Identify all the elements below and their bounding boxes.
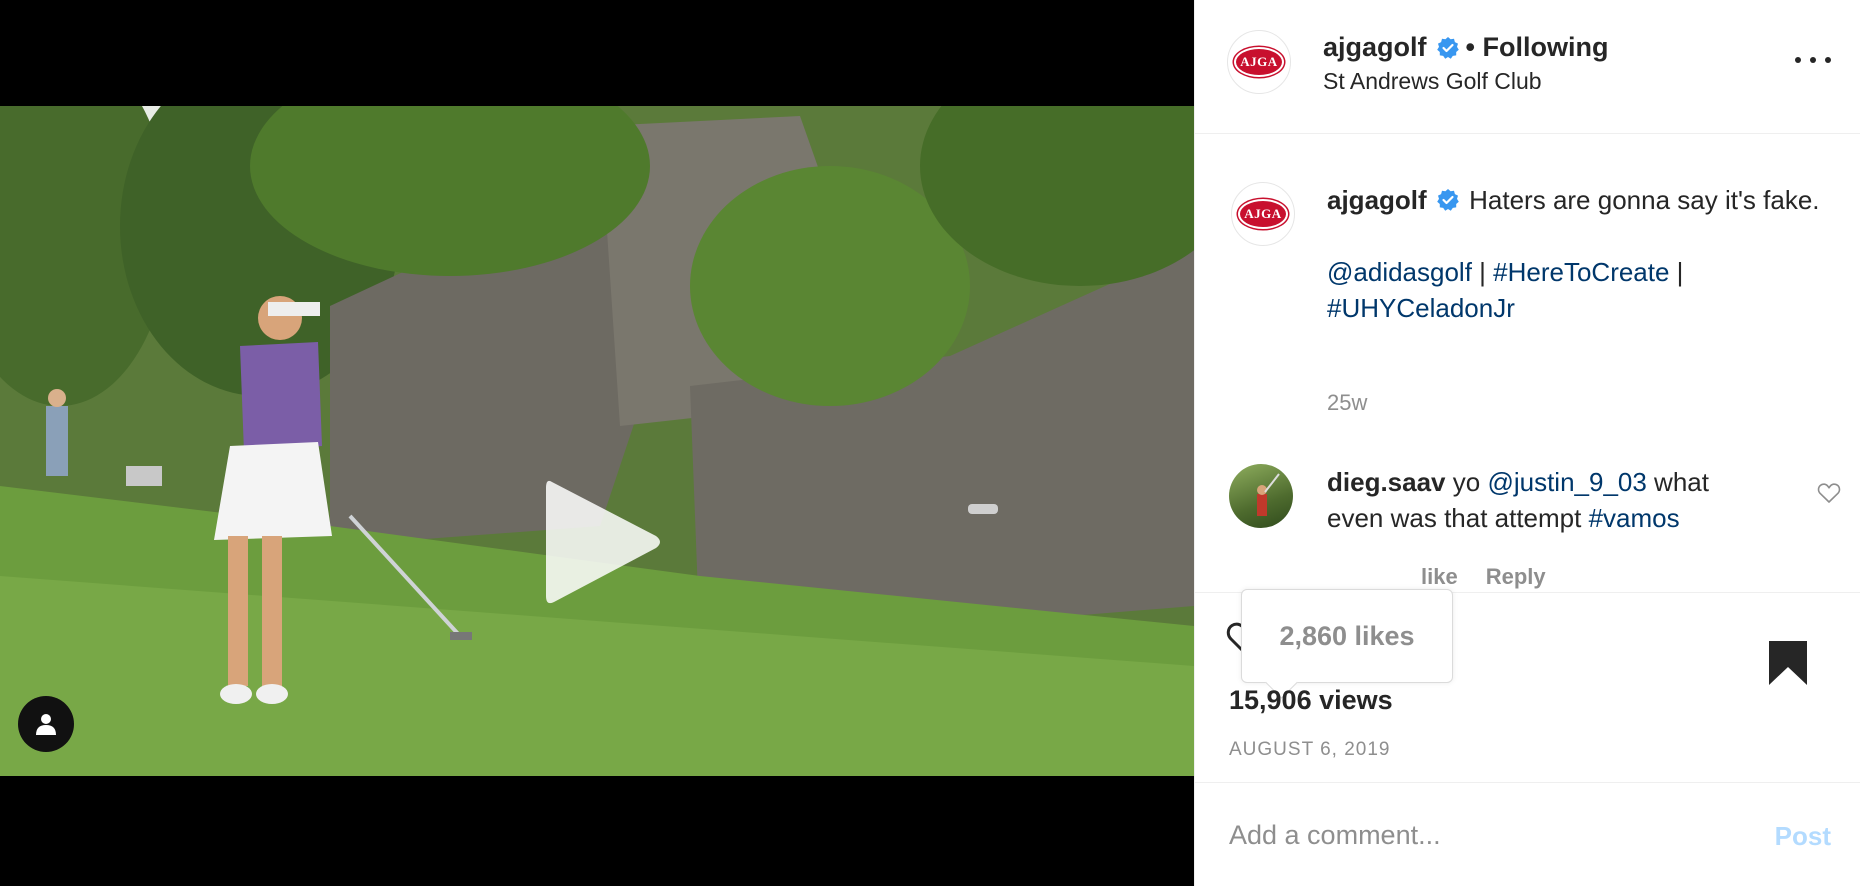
hashtag-link[interactable]: #HereToCreate xyxy=(1493,257,1669,287)
verified-badge-icon xyxy=(1437,189,1459,211)
bookmark-filled-icon[interactable] xyxy=(1767,639,1809,687)
caption-username[interactable]: ajgagolf xyxy=(1327,185,1427,215)
video-thumbnail xyxy=(0,106,1194,776)
mention-link[interactable]: @justin_9_03 xyxy=(1487,467,1646,497)
hashtag-link[interactable]: #vamos xyxy=(1589,503,1680,533)
caption-text: ajgagolf Haters are gonna say it's fake.… xyxy=(1327,182,1827,326)
separator: | xyxy=(1669,257,1684,287)
comment-like-button[interactable]: like xyxy=(1421,564,1458,590)
commenter-avatar[interactable] xyxy=(1229,464,1293,528)
likes-tooltip: 2,860 likes xyxy=(1241,589,1453,683)
header-username-row: ajgagolf • Following xyxy=(1323,32,1608,63)
ajga-logo: AJGA xyxy=(1238,199,1288,229)
comment-reply-button[interactable]: Reply xyxy=(1486,564,1546,590)
post-comment-button[interactable]: Post xyxy=(1775,821,1831,852)
location-link[interactable]: St Andrews Golf Club xyxy=(1323,68,1542,95)
tagged-users-button[interactable] xyxy=(18,696,74,752)
comment-body: yo xyxy=(1452,467,1488,497)
post-sidebar: AJGA ajgagolf • Following St Andrews Gol… xyxy=(1194,0,1860,886)
more-options-icon[interactable] xyxy=(1795,50,1831,70)
action-icons-row: 2,860 likes xyxy=(1225,589,1835,685)
verified-badge-icon xyxy=(1436,36,1459,59)
mention-link[interactable]: @adidasgolf xyxy=(1327,257,1472,287)
comments-section[interactable]: AJGA ajgagolf Haters are gonna say it's … xyxy=(1195,134,1860,592)
caption-avatar[interactable]: AJGA xyxy=(1231,182,1295,246)
play-icon[interactable] xyxy=(538,474,666,610)
post-modal: AJGA ajgagolf • Following St Andrews Gol… xyxy=(0,0,1860,886)
caption-body: Haters are gonna say it's fake. xyxy=(1469,185,1820,215)
commenter-avatar-image xyxy=(1257,473,1280,516)
author-username[interactable]: ajgagolf xyxy=(1323,32,1427,63)
comment-username[interactable]: dieg.saav xyxy=(1327,467,1446,497)
hashtag-link[interactable]: #UHYCeladonJr xyxy=(1327,293,1515,323)
person-icon xyxy=(36,714,56,735)
author-avatar[interactable]: AJGA xyxy=(1227,30,1291,94)
video-pane xyxy=(0,0,1194,886)
ajga-logo: AJGA xyxy=(1234,47,1284,77)
post-actions: 2,860 likes 15,906 views AUGUST 6, 2019 xyxy=(1195,589,1860,782)
views-count[interactable]: 15,906 views xyxy=(1229,685,1393,716)
heart-outline-icon[interactable] xyxy=(1817,482,1841,504)
comment-text: dieg.saav yo @justin_9_03 what even was … xyxy=(1327,464,1747,536)
separator: | xyxy=(1471,257,1494,287)
comment-actions: like Reply xyxy=(1327,564,1546,590)
caption-timestamp[interactable]: 25w xyxy=(1327,390,1367,416)
video-player[interactable] xyxy=(0,106,1194,776)
comment-input[interactable] xyxy=(1229,811,1749,859)
post-date[interactable]: AUGUST 6, 2019 xyxy=(1229,739,1391,761)
post-header: AJGA ajgagolf • Following St Andrews Gol… xyxy=(1195,0,1860,134)
add-comment-bar: Post xyxy=(1195,782,1860,886)
following-button[interactable]: • Following xyxy=(1466,32,1609,63)
